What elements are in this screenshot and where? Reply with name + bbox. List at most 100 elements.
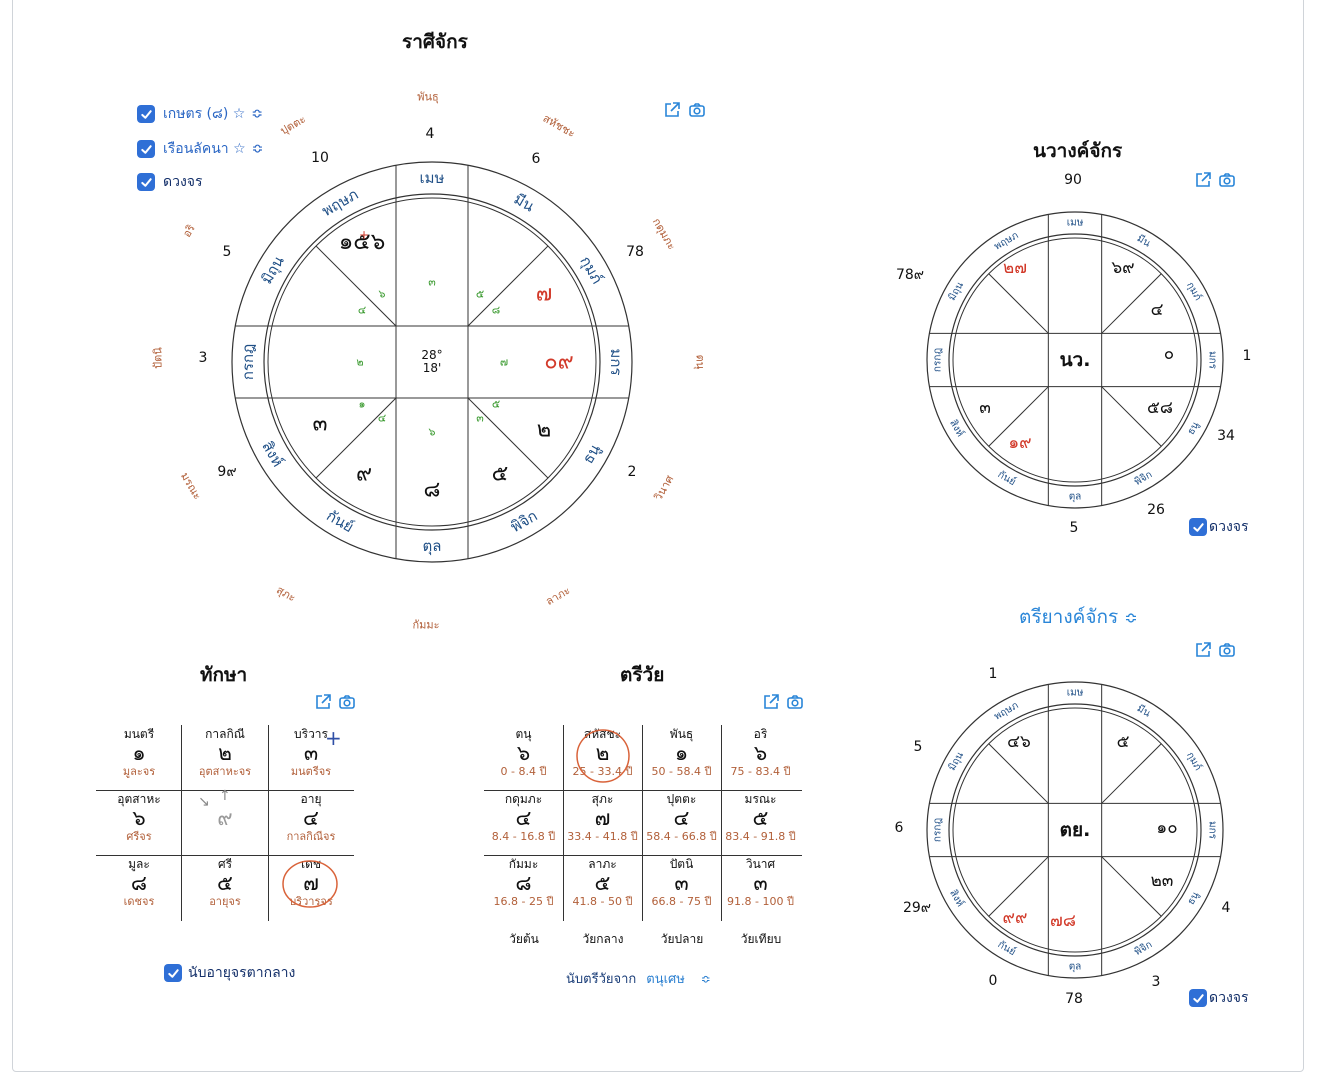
lord-label: อริ <box>180 222 198 239</box>
house-number: ๖ <box>379 288 386 301</box>
cell-name: มูละ <box>128 857 150 871</box>
triyang-duangjon-label: ดวงจร <box>1209 990 1249 1006</box>
triyang-title-select[interactable]: ตรียางค์จักร ≎ <box>1019 602 1138 632</box>
cell-number: ๗ <box>594 806 611 830</box>
camera-icon[interactable] <box>338 693 356 711</box>
cell-number: ๑ <box>674 741 689 765</box>
planet-group: ๙ <box>356 462 372 487</box>
planet-group: ๑๐ <box>1156 818 1177 838</box>
grid-cell: ปุตตะ๔ 58.4 - 66.8 ปี <box>642 792 721 844</box>
triwai-select-label: นับตรีวัยจาก <box>566 972 637 987</box>
chevron-updown-icon: ≎ <box>1124 607 1138 627</box>
cell-sub: 8.4 - 16.8 ปี <box>491 830 556 843</box>
sign-label: สิงห์ <box>258 438 287 470</box>
house-number: ๖ <box>429 426 436 439</box>
navang-duangjon-label: ดวงจร <box>1209 519 1249 535</box>
cell-sub: 58.4 - 66.8 ปี <box>646 830 717 843</box>
sign-label: กันย์ <box>996 938 1018 958</box>
cell-number: ๔ <box>515 806 532 830</box>
highlight-circle <box>282 860 338 908</box>
outer-number: 4 <box>426 126 435 142</box>
cell-name: สุภะ <box>591 792 614 806</box>
cell-name: ศรี <box>217 857 233 871</box>
house-number: ๕ <box>492 398 500 411</box>
grid-cell: สุภะ๗ 33.4 - 41.8 ปี <box>563 792 642 844</box>
grid-cell: อริ๖ 75 - 83.4 ปี <box>721 727 800 779</box>
outer-number: 9๙ <box>217 464 236 480</box>
planet-group: ๙๙ <box>1003 908 1028 928</box>
grid-cell: มรณะ๕ 83.4 - 91.8 ปี <box>721 792 800 844</box>
cell-number: ๑ <box>132 741 146 765</box>
planet-group: ๖๙ <box>1111 258 1134 278</box>
outer-number: 3 <box>199 350 208 366</box>
outer-number: 1 <box>1243 348 1252 364</box>
cell-name: วินาศ <box>745 857 776 871</box>
triyang-duangjon-checkbox[interactable]: ดวงจร <box>1189 987 1249 1009</box>
sign-label: มีน <box>511 190 537 216</box>
cell-number: ๘ <box>515 871 532 895</box>
cell-sub: เดชจร <box>123 895 155 908</box>
sign-label: ธนู <box>1186 890 1202 907</box>
sign-label: พฤษภ <box>993 230 1021 252</box>
lord-label: ปุตตะ <box>278 113 308 138</box>
cell-number: ๖ <box>753 741 768 765</box>
camera-icon[interactable] <box>786 693 804 711</box>
sign-label: ตุล <box>423 537 442 556</box>
house-number: ๕ <box>476 288 484 301</box>
grid-cell: พันธุ๑ 50 - 58.4 ปี <box>642 727 721 779</box>
outer-number: 6 <box>532 151 541 167</box>
cell-sub <box>182 830 268 844</box>
cell-name: พันธุ <box>669 727 694 741</box>
sign-label: ธนู <box>579 441 604 467</box>
triwai-count-select[interactable]: นับตรีวัยจาก ตนุเศษ ≎ <box>566 968 711 989</box>
grid-cell: กัมมะ๘ 16.8 - 25 ปี <box>484 857 563 909</box>
cell-sub: 16.8 - 25 ปี <box>493 895 554 908</box>
cell-name: ปุตตะ <box>666 792 697 806</box>
grid-cell: ตนุ๖ 0 - 8.4 ปี <box>484 727 563 779</box>
lord-label: สหัชชะ <box>541 112 578 141</box>
house-number: ๓ <box>476 412 484 425</box>
taksa-center-checkbox[interactable]: นับอายุจรตากลาง <box>164 962 295 984</box>
center-degree: 28° <box>421 348 442 362</box>
sign-label: พิจิก <box>507 507 540 536</box>
cell-name: กดุมภะ <box>504 792 543 806</box>
cell-number: ๙ <box>217 806 233 830</box>
outer-number: 34 <box>1217 428 1235 444</box>
sign-label: เมษ <box>1067 218 1084 229</box>
outer-number: 3 <box>1152 974 1161 990</box>
planet-group: ๐ <box>1164 344 1174 364</box>
cell-number: ๒ <box>218 741 232 765</box>
triwai-footer-compare: วัยเทียบ <box>740 932 782 946</box>
sign-label: มีน <box>1135 702 1153 719</box>
cell-name: อายุ <box>300 792 322 806</box>
lord-label: สุภะ <box>274 583 298 604</box>
lord-label: ตนุ <box>694 355 707 370</box>
cell-number: ๓ <box>674 871 689 895</box>
lord-label: ปัตนิ <box>152 347 165 369</box>
open-external-icon[interactable] <box>762 693 780 711</box>
cell-sub: 75 - 83.4 ปี <box>730 765 791 778</box>
arrow-up-icon: ↑ <box>219 788 231 804</box>
arrow-down-right-icon: ↘ <box>198 794 210 810</box>
cell-sub: อายุจร <box>209 895 241 908</box>
cell-number: ๔ <box>303 806 319 830</box>
center-minute: 18' <box>423 361 442 375</box>
planet-group: ๔ <box>1151 300 1164 320</box>
sign-label: มกร <box>607 348 625 375</box>
grid-cell: ลาภะ๕ 41.8 - 50 ปี <box>563 857 642 909</box>
triyang-title: ตรียางค์จักร <box>1019 606 1119 628</box>
sign-label: พิจิก <box>1133 939 1155 958</box>
sign-label: พิจิก <box>1133 469 1155 488</box>
grid-cell: วินาศ๓ 91.8 - 100 ปี <box>721 857 800 909</box>
sign-label: มกร <box>1207 821 1218 840</box>
navang-duangjon-checkbox[interactable]: ดวงจร <box>1189 516 1249 538</box>
open-external-icon[interactable] <box>314 693 332 711</box>
cell-number: ๕ <box>594 871 611 895</box>
lord-label: กัมมะ <box>412 619 439 632</box>
cell-sub: กาลกิณีจร <box>286 830 336 843</box>
grid-cell: อุตสาหะ๖ศรีจร <box>96 792 182 844</box>
sign-label: เมษ <box>1067 688 1084 699</box>
triwai-footer-middle: วัยกลาง <box>582 932 624 946</box>
cell-sub: มูละจร <box>122 765 156 778</box>
outer-number: 4 <box>1222 900 1231 916</box>
